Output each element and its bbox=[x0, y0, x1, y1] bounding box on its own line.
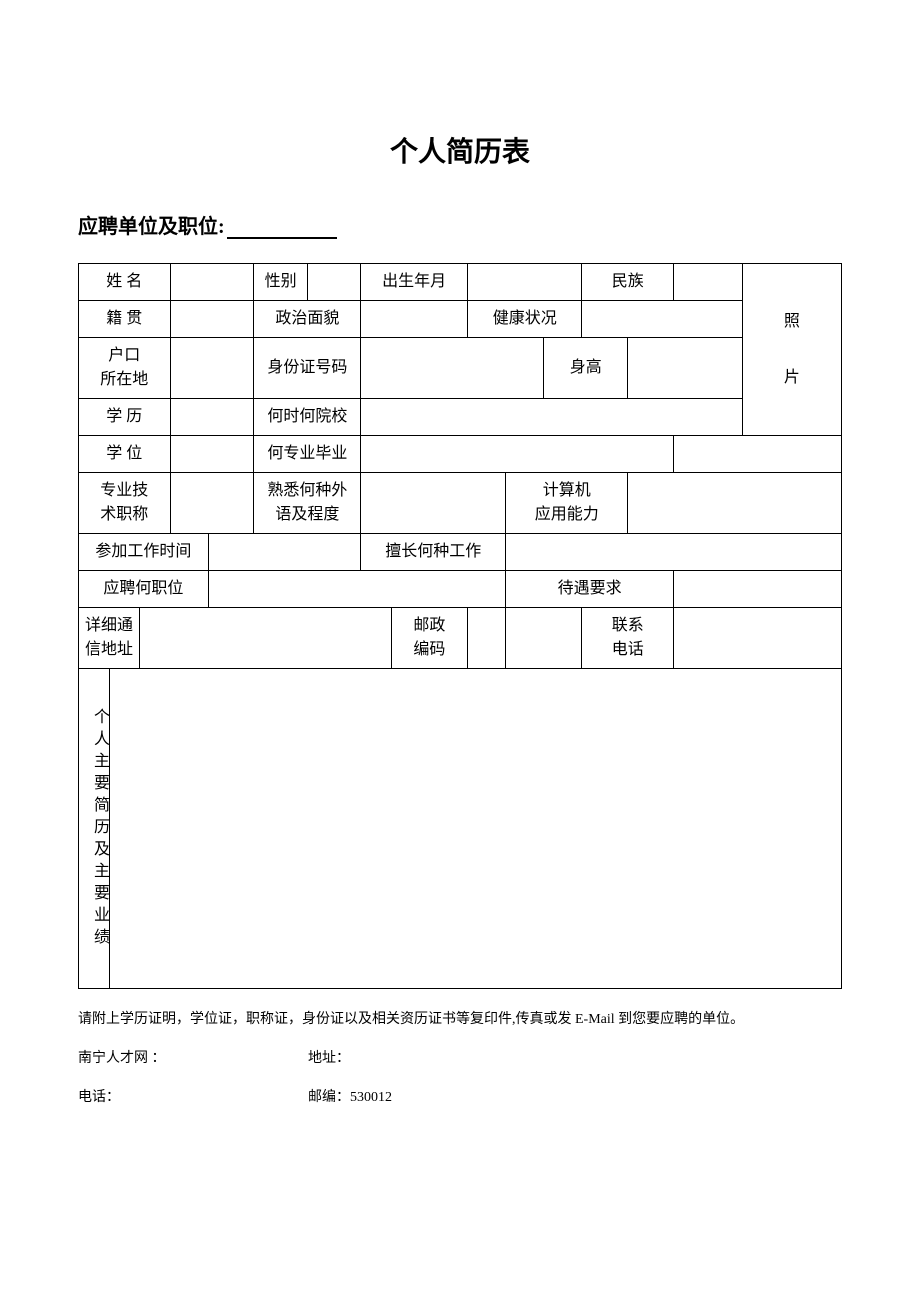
value-address bbox=[140, 608, 392, 669]
photo-label-1: 照 bbox=[745, 294, 839, 350]
value-goodat bbox=[506, 534, 842, 571]
label-postcode: 邮政 编码 bbox=[391, 608, 467, 669]
table-row: 姓 名 性别 出生年月 民族 照 片 bbox=[79, 264, 842, 301]
value-applypos bbox=[208, 571, 506, 608]
value-health bbox=[582, 301, 742, 338]
value-politics bbox=[361, 301, 468, 338]
value-birth bbox=[468, 264, 582, 301]
table-row: 籍 贯 政治面貌 健康状况 bbox=[79, 301, 842, 338]
value-native bbox=[170, 301, 254, 338]
value-height bbox=[628, 338, 742, 399]
footer-tel: 电话： bbox=[78, 1085, 308, 1110]
footnote: 请附上学历证明，学位证，职称证，身份证以及相关资历证书等复印件,传真或发 E-M… bbox=[78, 1007, 842, 1032]
page-title: 个人简历表 bbox=[78, 130, 842, 170]
value-lang bbox=[361, 473, 506, 534]
value-gender bbox=[307, 264, 360, 301]
value-degree bbox=[170, 436, 254, 473]
footer-row-1: 南宁人才网 ： 地址： bbox=[78, 1046, 842, 1071]
label-degree: 学 位 bbox=[79, 436, 171, 473]
subtitle: 应聘单位及职位: bbox=[78, 210, 842, 239]
subtitle-prefix: 应聘单位及职位: bbox=[78, 216, 225, 238]
label-politics: 政治面貌 bbox=[254, 301, 361, 338]
label-phone: 联系 电话 bbox=[582, 608, 674, 669]
label-computer: 计算机 应用能力 bbox=[506, 473, 628, 534]
label-applypos: 应聘何职位 bbox=[79, 571, 209, 608]
label-lang: 熟悉何种外 语及程度 bbox=[254, 473, 361, 534]
subtitle-underline bbox=[227, 237, 337, 239]
label-height: 身高 bbox=[544, 338, 628, 399]
value-proftitle bbox=[170, 473, 254, 534]
label-health: 健康状况 bbox=[468, 301, 582, 338]
table-row: 个人主要简历及主要业绩 bbox=[79, 669, 842, 989]
photo-cell: 照 片 bbox=[742, 264, 841, 436]
label-name: 姓 名 bbox=[79, 264, 171, 301]
value-idcard bbox=[361, 338, 544, 399]
table-row: 户口 所在地 身份证号码 身高 bbox=[79, 338, 842, 399]
table-row: 详细通 信地址 邮政 编码 联系 电话 bbox=[79, 608, 842, 669]
label-workstart: 参加工作时间 bbox=[79, 534, 209, 571]
value-resume bbox=[109, 669, 841, 989]
label-birth: 出生年月 bbox=[361, 264, 468, 301]
value-edu bbox=[170, 399, 254, 436]
value-major bbox=[361, 436, 674, 473]
table-row: 专业技 术职称 熟悉何种外 语及程度 计算机 应用能力 bbox=[79, 473, 842, 534]
photo-label-2: 片 bbox=[745, 350, 839, 406]
value-hukou bbox=[170, 338, 254, 399]
value-postcode-gap bbox=[468, 608, 506, 669]
resume-vert-text: 个人主要简历及主要业绩 bbox=[83, 708, 115, 950]
label-idcard: 身份证号码 bbox=[254, 338, 361, 399]
table-row: 参加工作时间 擅长何种工作 bbox=[79, 534, 842, 571]
value-school bbox=[361, 399, 742, 436]
value-workstart bbox=[208, 534, 361, 571]
label-school: 何时何院校 bbox=[254, 399, 361, 436]
label-resume-vertical: 个人主要简历及主要业绩 bbox=[79, 669, 110, 989]
value-phone bbox=[674, 608, 842, 669]
table-row: 学 历 何时何院校 bbox=[79, 399, 842, 436]
label-gender: 性别 bbox=[254, 264, 307, 301]
label-hukou: 户口 所在地 bbox=[79, 338, 171, 399]
table-row: 应聘何职位 待遇要求 bbox=[79, 571, 842, 608]
label-edu: 学 历 bbox=[79, 399, 171, 436]
table-row: 学 位 何专业毕业 bbox=[79, 436, 842, 473]
label-goodat: 擅长何种工作 bbox=[361, 534, 506, 571]
resume-table: 姓 名 性别 出生年月 民族 照 片 籍 贯 政治面貌 健康状况 户口 所在地 … bbox=[78, 263, 842, 989]
footer-zip: 邮编：530012 bbox=[308, 1085, 392, 1110]
label-address: 详细通 信地址 bbox=[79, 608, 140, 669]
value-salary bbox=[674, 571, 842, 608]
value-computer bbox=[628, 473, 842, 534]
label-ethnic: 民族 bbox=[582, 264, 674, 301]
value-name bbox=[170, 264, 254, 301]
value-ethnic bbox=[674, 264, 743, 301]
label-major: 何专业毕业 bbox=[254, 436, 361, 473]
value-major-extra bbox=[674, 436, 842, 473]
label-proftitle: 专业技 术职称 bbox=[79, 473, 171, 534]
footer-addr: 地址： bbox=[308, 1046, 350, 1071]
footer-site: 南宁人才网 ： bbox=[78, 1046, 308, 1071]
value-postcode bbox=[506, 608, 582, 669]
footer-row-2: 电话： 邮编：530012 bbox=[78, 1085, 842, 1110]
label-native: 籍 贯 bbox=[79, 301, 171, 338]
label-salary: 待遇要求 bbox=[506, 571, 674, 608]
